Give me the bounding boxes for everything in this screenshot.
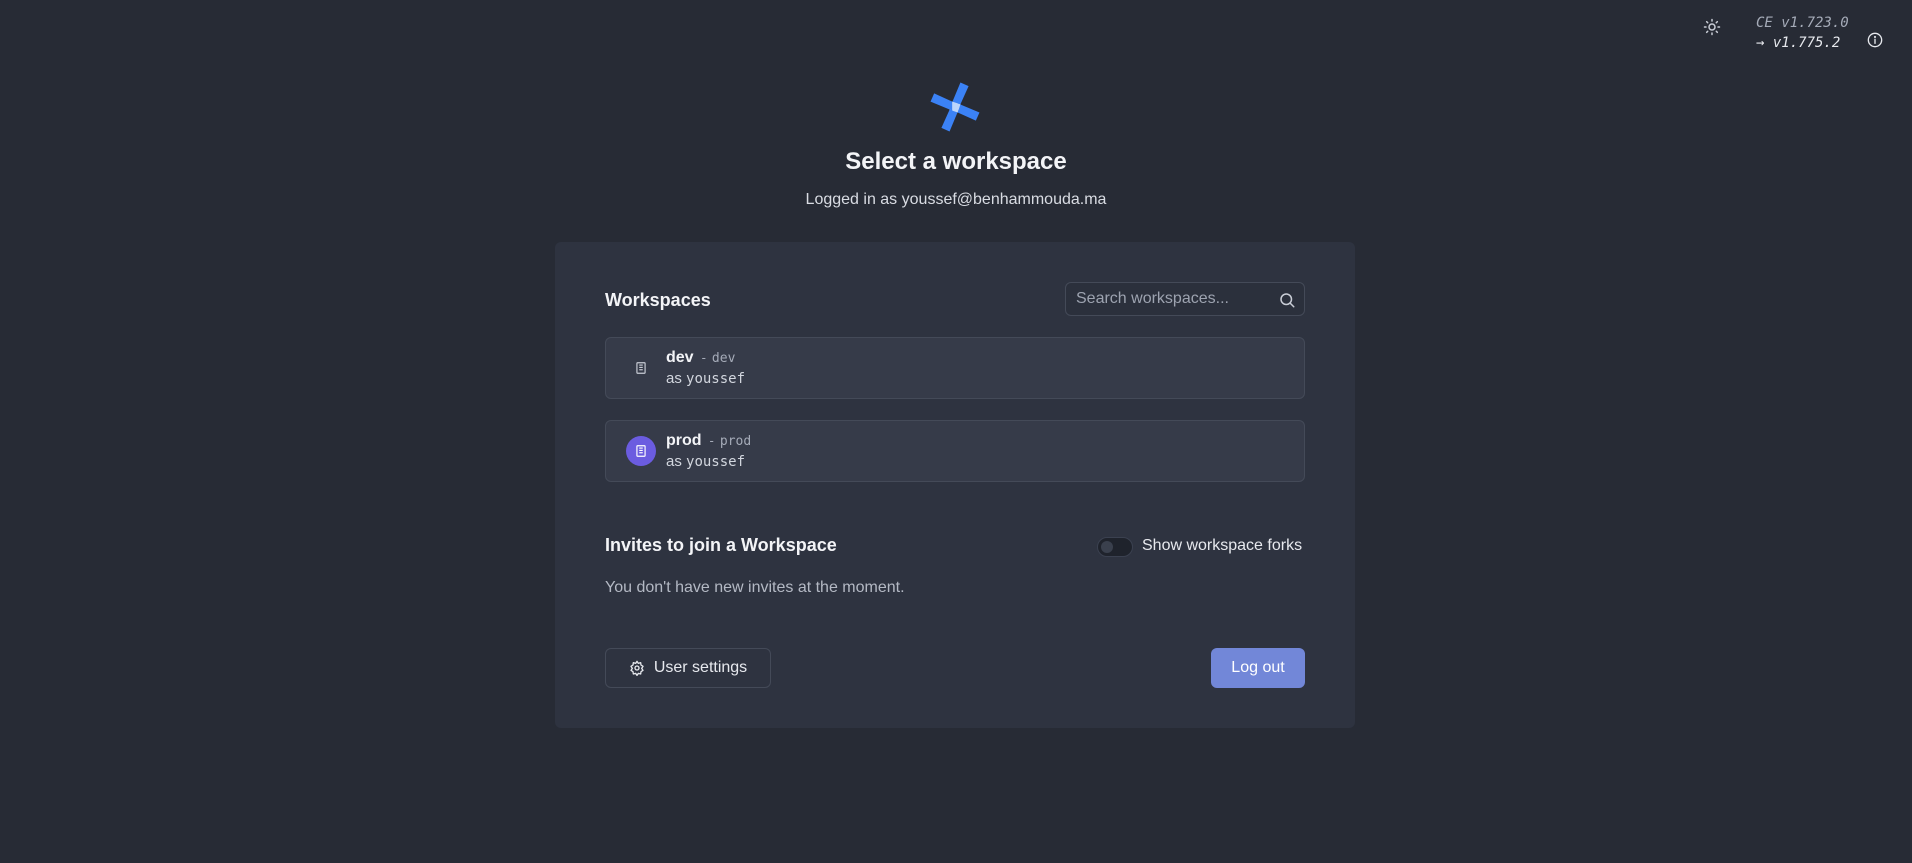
workspace-icon: [626, 436, 656, 466]
search-icon: [1280, 293, 1295, 308]
building-icon: [636, 362, 646, 374]
windmill-logo-icon: [930, 82, 980, 132]
invites-title: Invites to join a Workspace: [605, 535, 837, 555]
info-icon: [1867, 32, 1883, 48]
workspaces-title: Workspaces: [605, 290, 711, 310]
workspace-as-label: as: [666, 370, 682, 387]
workspace-item-prod[interactable]: prod - prod as youssef: [605, 420, 1305, 482]
gear-icon: [630, 660, 644, 676]
workspace-username: youssef: [686, 371, 746, 387]
no-invites-message: You don't have new invites at the moment…: [605, 579, 905, 596]
workspace-id: dev: [711, 351, 736, 366]
workspace-name: dev: [666, 349, 694, 366]
workspace-username: youssef: [686, 454, 746, 470]
workspace-name: prod: [666, 432, 702, 449]
workspace-card: Workspaces dev-dev as youssef: [555, 242, 1355, 728]
workspace-as-label: as: [666, 453, 682, 470]
version-info-button[interactable]: [1865, 30, 1885, 50]
search-workspaces-input[interactable]: [1066, 283, 1276, 315]
search-box: [1065, 282, 1305, 316]
user-email: youssef@benhammouda.ma: [901, 191, 1107, 208]
logout-button[interactable]: Log out: [1211, 648, 1305, 688]
show-forks-label: Show workspace forks: [1142, 537, 1303, 554]
current-version: CE v1.723.0: [1756, 15, 1849, 31]
show-forks-toggle[interactable]: [1097, 537, 1133, 557]
workspace-icon: [626, 353, 656, 383]
toggle-knob: [1101, 541, 1113, 553]
workspace-separator: -: [709, 433, 714, 448]
latest-version: → v1.775.2: [1756, 35, 1841, 51]
logged-in-text: Logged in as youssef@benhammouda.ma: [0, 191, 1912, 209]
workspace-separator: -: [701, 350, 706, 365]
logged-in-prefix: Logged in as: [805, 191, 898, 208]
workspace-item-dev[interactable]: dev - dev as youssef: [605, 337, 1305, 399]
user-settings-label: User settings: [653, 659, 748, 676]
sun-icon: [1703, 18, 1721, 36]
workspace-id: prod: [719, 434, 752, 449]
building-icon: [636, 445, 646, 457]
page-title: Select a workspace: [845, 148, 1067, 175]
user-settings-button[interactable]: User settings: [605, 648, 771, 688]
theme-toggle-button[interactable]: [1700, 15, 1724, 39]
version-info: CE v1.723.0 → v1.775.2: [1756, 13, 1849, 53]
